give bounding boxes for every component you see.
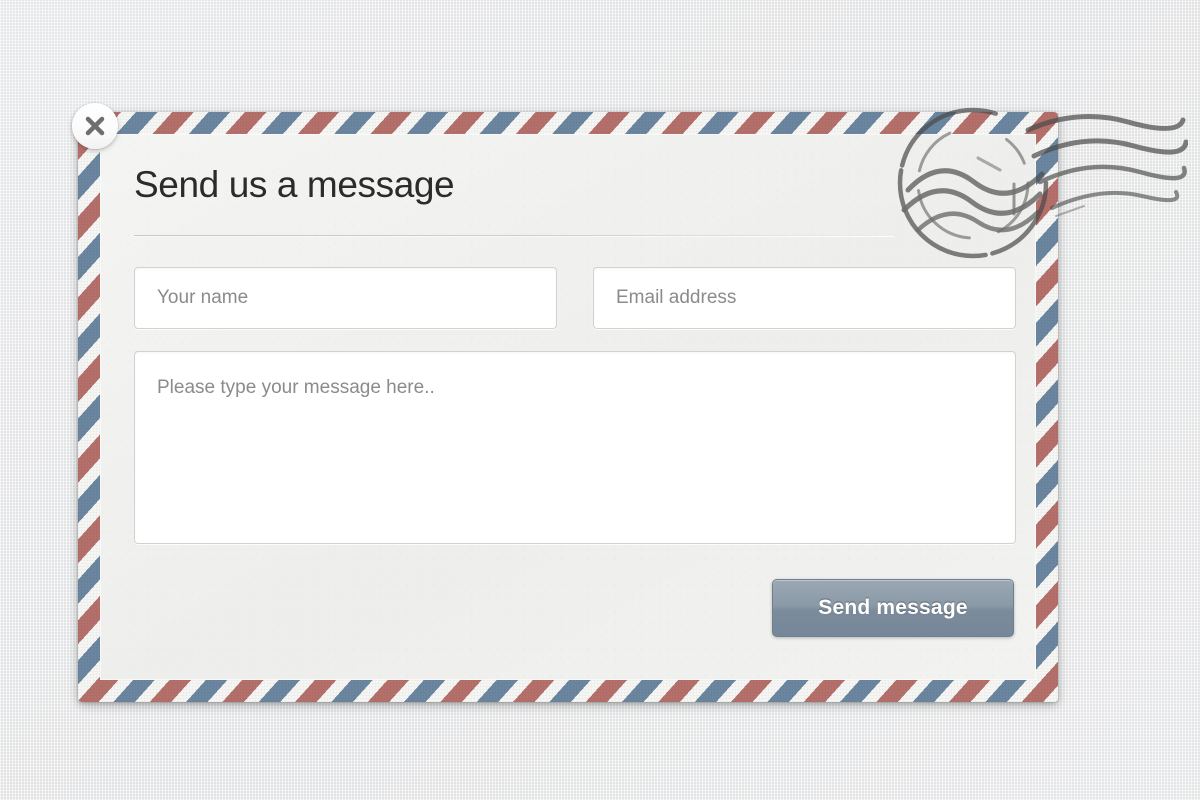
- title-divider: [134, 235, 894, 237]
- close-button[interactable]: [72, 103, 118, 149]
- name-email-row: [134, 267, 1016, 329]
- contact-form-card: Send us a message Send message: [78, 112, 1058, 702]
- contact-form: Send us a message Send message: [134, 152, 1016, 666]
- send-message-button[interactable]: Send message: [772, 579, 1014, 637]
- email-input[interactable]: [593, 267, 1016, 329]
- submit-row: Send message: [134, 579, 1016, 637]
- close-x-icon: [85, 116, 105, 136]
- name-input[interactable]: [134, 267, 557, 329]
- page-title: Send us a message: [134, 164, 455, 205]
- message-textarea[interactable]: [134, 351, 1016, 544]
